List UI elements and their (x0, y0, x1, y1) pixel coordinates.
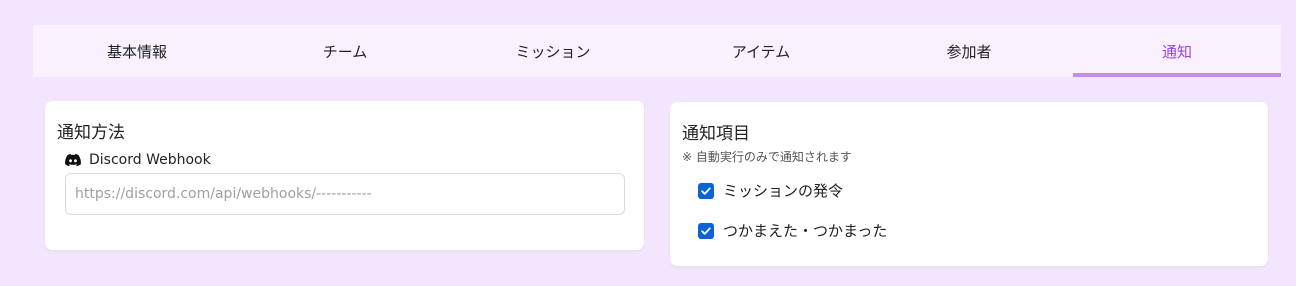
webhook-label: Discord Webhook (65, 152, 211, 168)
notification-method-title: 通知方法 (57, 123, 125, 143)
caught-option[interactable]: つかまえた・つかまった (698, 220, 887, 241)
caught-checkbox[interactable] (698, 222, 714, 239)
mission-issued-option[interactable]: ミッションの発令 (698, 180, 843, 201)
notification-items-title: 通知項目 (682, 124, 750, 144)
mission-issued-checkbox[interactable] (698, 182, 714, 199)
tab-item[interactable]: アイテム (657, 25, 865, 77)
tab-basic-info[interactable]: 基本情報 (33, 25, 241, 77)
webhook-url-input[interactable] (65, 173, 625, 215)
tab-participants[interactable]: 参加者 (865, 25, 1073, 77)
tab-bar: 基本情報 チーム ミッション アイテム 参加者 通知 (33, 25, 1281, 77)
tab-team[interactable]: チーム (241, 25, 449, 77)
tab-notification[interactable]: 通知 (1073, 25, 1281, 77)
webhook-label-text: Discord Webhook (89, 152, 211, 168)
mission-issued-label: ミッションの発令 (723, 182, 844, 200)
notification-items-card: 通知項目 ※ 自動実行のみで通知されます ミッションの発令 つかまえた・つかまっ… (670, 102, 1268, 266)
notification-method-card: 通知方法 Discord Webhook (45, 101, 644, 250)
tab-mission[interactable]: ミッション (449, 25, 657, 77)
caught-label: つかまえた・つかまった (723, 222, 888, 240)
discord-icon (65, 152, 81, 168)
auto-run-note: ※ 自動実行のみで通知されます (682, 150, 852, 164)
